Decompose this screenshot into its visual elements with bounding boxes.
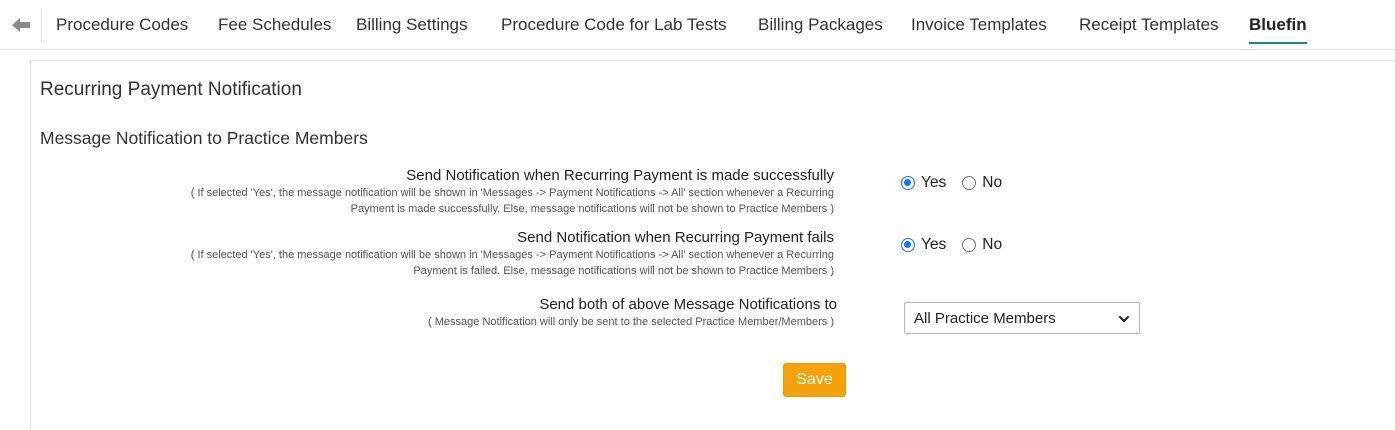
back-arrow-icon[interactable] [10, 14, 32, 36]
chevron-down-icon [1118, 312, 1130, 324]
fail-notification-help: ( If selected 'Yes', the message notific… [54, 248, 834, 279]
radio-checked-icon [901, 176, 915, 190]
recipients-select-value: All Practice Members [914, 309, 1056, 327]
tab-billing-settings[interactable]: Billing Settings [356, 14, 468, 36]
recipients-label: Send both of above Message Notifications… [539, 296, 837, 313]
tab-divider [41, 8, 42, 42]
tab-receipt-templates[interactable]: Receipt Templates [1079, 14, 1219, 36]
tab-bar: Procedure Codes Fee Schedules Billing Se… [0, 0, 1395, 50]
success-notification-radio-group: Yes No [901, 172, 1018, 194]
radio-checked-icon [901, 238, 915, 252]
tab-bluefin[interactable]: Bluefin [1249, 14, 1307, 44]
fail-yes-radio[interactable]: Yes [901, 236, 946, 254]
tab-procedure-code-lab-tests[interactable]: Procedure Code for Lab Tests [501, 14, 727, 36]
fail-yes-label: Yes [921, 236, 947, 253]
fail-notification-radio-group: Yes No [901, 234, 1018, 256]
success-help-line-1: ( If selected 'Yes', the message notific… [190, 187, 834, 199]
success-no-radio[interactable]: No [962, 174, 1002, 192]
fail-help-line-1: ( If selected 'Yes', the message notific… [190, 249, 834, 261]
section-title: Message Notification to Practice Members [40, 128, 368, 148]
recipients-help: ( Message Notification will only be sent… [428, 316, 834, 328]
recipients-select[interactable]: All Practice Members [904, 302, 1140, 334]
tab-procedure-codes[interactable]: Procedure Codes [56, 14, 188, 36]
fail-help-line-2: Payment is failed. Else, message notific… [413, 264, 834, 277]
fail-no-radio[interactable]: No [962, 236, 1002, 254]
page-title: Recurring Payment Notification [40, 79, 302, 100]
tab-invoice-templates[interactable]: Invoice Templates [911, 14, 1047, 36]
fail-no-label: No [982, 236, 1003, 253]
tab-fee-schedules[interactable]: Fee Schedules [218, 14, 331, 36]
radio-unchecked-icon [962, 238, 977, 252]
radio-unchecked-icon [962, 176, 977, 190]
success-notification-label: Send Notification when Recurring Payment… [406, 167, 834, 184]
success-no-label: No [982, 174, 1003, 191]
save-button[interactable]: Save [783, 363, 846, 397]
success-notification-help: ( If selected 'Yes', the message notific… [54, 186, 834, 217]
fail-notification-label: Send Notification when Recurring Payment… [517, 229, 834, 246]
success-yes-radio[interactable]: Yes [901, 174, 946, 192]
success-help-line-2: Payment is made successfully. Else, mess… [350, 202, 834, 215]
tab-billing-packages[interactable]: Billing Packages [758, 14, 883, 36]
success-yes-label: Yes [921, 174, 947, 191]
